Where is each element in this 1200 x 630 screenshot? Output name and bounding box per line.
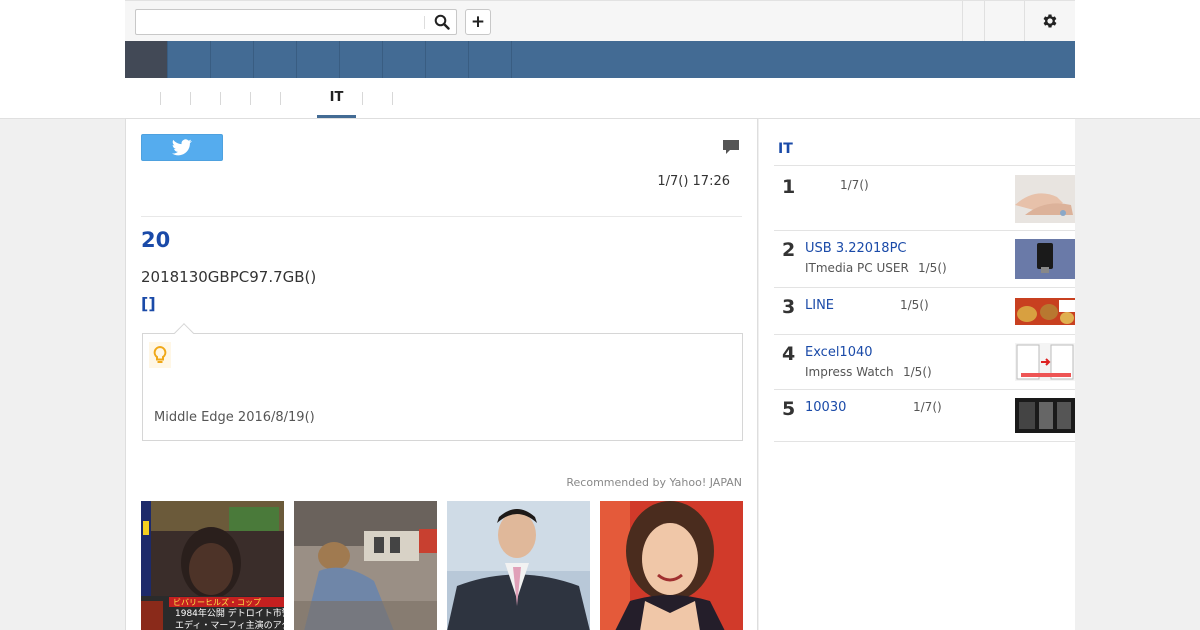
rank-thumbnail <box>1015 398 1075 433</box>
tab-separator <box>250 92 251 105</box>
rank-date: 1/5() <box>900 298 929 312</box>
recommended-thumbnail-1[interactable]: ビバリーヒルズ・コップ 1984年公開 デトロイト市警が エディ・マーフィ主演の… <box>141 501 284 630</box>
tweet-button[interactable] <box>141 134 223 161</box>
rank-number: 2 <box>782 239 796 261</box>
lightbulb-icon <box>149 342 171 368</box>
rank-number: 1 <box>782 176 796 198</box>
add-button[interactable]: + <box>465 9 491 35</box>
ranking-item-3[interactable]: 3 LINE 1/5() <box>774 287 1075 334</box>
ranking-sidebar: IT 1 1/7() 2 USB 3.22018PC ITmedia PC US… <box>759 118 1075 630</box>
gear-icon <box>1043 14 1057 28</box>
add-button-label: + <box>470 12 486 32</box>
rank-date: 1/7() <box>913 400 942 414</box>
thumb-caption-1: 1984年公開 デトロイト市警が <box>175 607 284 619</box>
rank-thumbnail <box>1015 343 1075 381</box>
search-divider <box>424 16 425 29</box>
rank-source: ITmedia PC USER <box>805 261 909 275</box>
article-summary: 2018130GBPC97.7GB() <box>141 268 317 286</box>
article-headline[interactable]: 20 <box>141 228 170 252</box>
toolbar-divider <box>984 1 985 41</box>
recommended-by-label: Recommended by Yahoo! JAPAN <box>566 476 742 489</box>
rank-source: Impress Watch <box>805 365 894 379</box>
rank-thumbnail <box>1015 298 1075 325</box>
rank-title: USB 3.22018PC <box>805 241 907 256</box>
search-icon <box>434 14 450 30</box>
rank-number: 4 <box>782 343 796 365</box>
search-box <box>135 9 457 35</box>
read-more-link[interactable]: [] <box>141 294 156 313</box>
article-date: 1/7() 17:26 <box>657 174 730 189</box>
rank-date: 1/5() <box>918 261 947 275</box>
ranking-bottom-divider <box>774 441 1075 442</box>
nav-item[interactable] <box>469 41 512 78</box>
tab-separator <box>220 92 221 105</box>
rank-title: LINE <box>805 298 835 313</box>
rank-title: 10030 <box>805 400 847 415</box>
tab-separator <box>280 92 281 105</box>
ranking-item-5[interactable]: 5 10030 1/7() <box>774 389 1075 442</box>
rank-number: 3 <box>782 296 796 318</box>
article-panel: 1/7() 17:26 20 2018130GBPC97.7GB() [] Mi… <box>125 118 758 630</box>
nav-item[interactable] <box>383 41 426 78</box>
rank-thumbnail <box>1015 175 1075 223</box>
divider <box>141 216 742 217</box>
thumb-1-tag: ビバリーヒルズ・コップ <box>173 597 261 607</box>
nav-item[interactable] <box>340 41 383 78</box>
tab-separator <box>190 92 191 105</box>
tab-it-label: IT <box>329 90 344 105</box>
nav-item[interactable] <box>254 41 297 78</box>
thumb-caption-2: エディ・マーフィ主演のアクション <box>175 619 284 630</box>
settings-button[interactable] <box>1025 1 1075 41</box>
nav-item-home[interactable] <box>125 41 168 78</box>
recommended-thumbnail-4[interactable] <box>600 501 743 630</box>
rank-title: Excel1040 <box>805 345 873 360</box>
nav-item[interactable] <box>426 41 469 78</box>
rank-date: 1/7() <box>840 178 869 192</box>
tab-it[interactable]: IT <box>317 78 356 119</box>
rank-thumbnail <box>1015 239 1075 279</box>
ranking-item-1[interactable]: 1 1/7() <box>774 165 1075 230</box>
comment-icon[interactable] <box>722 139 740 159</box>
ranking-item-4[interactable]: 4 Excel1040 Impress Watch 1/5() <box>774 334 1075 389</box>
tab-separator <box>392 92 393 105</box>
category-tabs: IT <box>125 78 1075 119</box>
twitter-bird-icon <box>172 139 192 156</box>
nav-item[interactable] <box>168 41 211 78</box>
search-input[interactable] <box>136 10 424 34</box>
related-tip-box[interactable]: Middle Edge 2016/8/19() <box>142 323 743 441</box>
rank-date: 1/5() <box>903 365 932 379</box>
toolbar-divider <box>962 1 963 41</box>
top-bar: + <box>125 0 1075 41</box>
rank-number: 5 <box>782 398 796 420</box>
tip-arrow <box>174 323 194 343</box>
recommended-thumbnail-2[interactable] <box>294 501 437 630</box>
ranking-title: IT <box>778 141 793 157</box>
tip-source: Middle Edge 2016/8/19() <box>154 410 315 425</box>
search-button[interactable] <box>428 10 456 34</box>
recommended-thumbnail-3[interactable] <box>447 501 590 630</box>
main-nav <box>125 41 1075 78</box>
nav-item[interactable] <box>211 41 254 78</box>
tab-separator <box>362 92 363 105</box>
ranking-item-2[interactable]: 2 USB 3.22018PC ITmedia PC USER 1/5() <box>774 230 1075 287</box>
nav-item[interactable] <box>297 41 340 78</box>
tab-separator <box>160 92 161 105</box>
